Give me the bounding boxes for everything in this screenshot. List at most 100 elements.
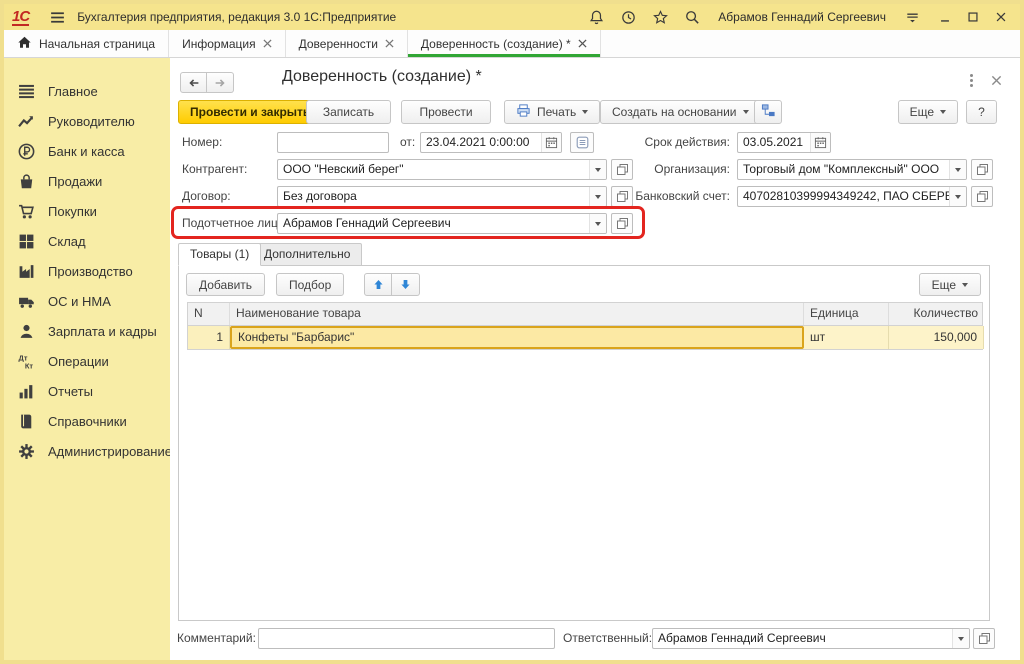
sidebar-item-operations[interactable]: ДтКт Операции [4, 346, 170, 376]
move-row-up-button[interactable] [364, 273, 392, 296]
sidebar-item-warehouse[interactable]: Склад [4, 226, 170, 256]
form-more-button[interactable]: Еще [898, 100, 958, 124]
help-button[interactable]: ? [966, 100, 997, 124]
sidebar-item-purchases[interactable]: Покупки [4, 196, 170, 226]
sidebar-item-production[interactable]: Производство [4, 256, 170, 286]
create-based-on-button[interactable]: Создать на основании [600, 100, 761, 124]
notifications-bell-icon[interactable] [586, 7, 606, 27]
sidebar-item-payroll-hr[interactable]: Зарплата и кадры [4, 316, 170, 346]
tab-close-icon[interactable] [385, 37, 394, 51]
validity-date-input[interactable]: 03.05.2021 [737, 132, 831, 153]
history-icon[interactable] [618, 7, 638, 27]
tab-warrants-list[interactable]: Доверенности [286, 30, 408, 57]
column-header-name[interactable]: Наименование товара [230, 303, 804, 325]
1c-logo-icon: 1С [12, 9, 29, 26]
window-title: Бухгалтерия предприятия, редакция 3.0 1С… [77, 10, 396, 24]
back-button[interactable] [180, 72, 207, 93]
sidebar-item-label: Администрирование [48, 444, 172, 459]
accountable-person-open-button[interactable] [611, 213, 633, 234]
sidebar-item-directories[interactable]: Справочники [4, 406, 170, 436]
accountable-person-input[interactable]: Абрамов Геннадий Сергеевич [277, 213, 607, 234]
sidebar-item-bank-cash[interactable]: Банк и касса [4, 136, 170, 166]
factory-icon [17, 262, 35, 280]
sidebar-item-label: Банк и касса [48, 144, 125, 159]
sidebar-item-label: Покупки [48, 204, 97, 219]
dropdown-arrow-icon[interactable] [949, 187, 966, 206]
sidebar-item-fixed-assets[interactable]: ОС и НМА [4, 286, 170, 316]
validity-value: 03.05.2021 [738, 133, 810, 152]
save-button[interactable]: Записать [306, 100, 391, 124]
add-row-button[interactable]: Добавить [186, 273, 265, 296]
dropdown-arrow-icon[interactable] [952, 629, 969, 648]
pick-label: Подбор [289, 278, 331, 292]
service-menu-icon[interactable] [902, 7, 922, 27]
maximize-button[interactable] [962, 7, 984, 27]
responsible-value: Абрамов Геннадий Сергеевич [653, 629, 952, 648]
sidebar-item-administration[interactable]: Администрирование [4, 436, 170, 466]
date-input[interactable]: 23.04.2021 0:00:00 [420, 132, 562, 153]
column-header-n[interactable]: N [188, 303, 230, 325]
document-list-button[interactable] [570, 132, 594, 153]
organization-input[interactable]: Торговый дом "Комплексный" ООО [737, 159, 967, 180]
print-button[interactable]: Печать [504, 100, 600, 124]
create-based-on-label: Создать на основании [612, 105, 737, 119]
post-and-close-button[interactable]: Провести и закрыть [178, 100, 322, 124]
column-header-unit[interactable]: Единица [804, 303, 889, 325]
row-qty-cell[interactable]: 150,000 [889, 326, 984, 349]
comment-input[interactable] [258, 628, 555, 649]
number-label: Номер: [182, 132, 222, 153]
tab-additional[interactable]: Дополнительно [252, 243, 362, 266]
search-icon[interactable] [682, 7, 702, 27]
tab-information[interactable]: Информация [169, 30, 285, 57]
help-label: ? [978, 105, 985, 119]
contract-value: Без договора [278, 187, 589, 206]
tab-warrant-create[interactable]: Доверенность (создание) * [408, 30, 601, 57]
form-more-label: Еще [910, 105, 934, 119]
responsible-open-button[interactable] [973, 628, 995, 649]
row-name-cell[interactable]: Конфеты "Барбарис" [230, 326, 804, 349]
form-close-icon[interactable] [988, 72, 1004, 88]
current-user[interactable]: Абрамов Геннадий Сергеевич [718, 10, 886, 24]
organization-open-button[interactable] [971, 159, 993, 180]
bank-account-input[interactable]: 40702810399994349242, ПАО СБЕРБАНК [737, 186, 967, 207]
sidebar: Главное Руководителю Банк и касса Продаж… [4, 58, 170, 660]
close-window-button[interactable] [990, 7, 1012, 27]
column-header-qty[interactable]: Количество [889, 303, 984, 325]
sidebar-item-reports[interactable]: Отчеты [4, 376, 170, 406]
boxes-grid-icon [17, 232, 35, 250]
move-row-down-button[interactable] [392, 273, 420, 296]
post-button[interactable]: Провести [401, 100, 491, 124]
row-number-cell[interactable]: 1 [188, 326, 230, 349]
sidebar-item-main[interactable]: Главное [4, 76, 170, 106]
tab-home[interactable]: Начальная страница [4, 30, 169, 57]
tab-goods[interactable]: Товары (1) [178, 243, 261, 266]
add-row-label: Добавить [199, 278, 252, 292]
number-input[interactable] [277, 132, 389, 153]
forward-button[interactable] [207, 72, 234, 93]
sidebar-item-label: Операции [48, 354, 109, 369]
favorites-star-icon[interactable] [650, 7, 670, 27]
calendar-icon[interactable] [810, 133, 830, 152]
bank-account-label: Банковский счет: [600, 186, 730, 207]
goods-more-button[interactable]: Еще [919, 273, 981, 296]
calendar-icon[interactable] [541, 133, 561, 152]
sidebar-item-sales[interactable]: Продажи [4, 166, 170, 196]
table-row[interactable]: 1 Конфеты "Барбарис" шт 150,000 [188, 326, 982, 349]
form-menu-dots-icon[interactable] [970, 74, 974, 87]
minimize-button[interactable] [934, 7, 956, 27]
pick-button[interactable]: Подбор [276, 273, 344, 296]
save-label: Записать [323, 105, 374, 119]
subordination-structure-button[interactable] [754, 100, 782, 124]
row-unit-cell[interactable]: шт [804, 326, 889, 349]
bank-account-open-button[interactable] [971, 186, 993, 207]
tab-close-icon[interactable] [578, 37, 587, 51]
tab-close-icon[interactable] [263, 37, 272, 51]
contract-input[interactable]: Без договора [277, 186, 607, 207]
sidebar-item-label: ОС и НМА [48, 294, 111, 309]
counterparty-input[interactable]: ООО "Невский берег" [277, 159, 607, 180]
sidebar-item-manager[interactable]: Руководителю [4, 106, 170, 136]
dropdown-arrow-icon[interactable] [589, 214, 606, 233]
dropdown-arrow-icon[interactable] [949, 160, 966, 179]
main-menu-icon[interactable] [47, 7, 67, 27]
responsible-input[interactable]: Абрамов Геннадий Сергеевич [652, 628, 970, 649]
